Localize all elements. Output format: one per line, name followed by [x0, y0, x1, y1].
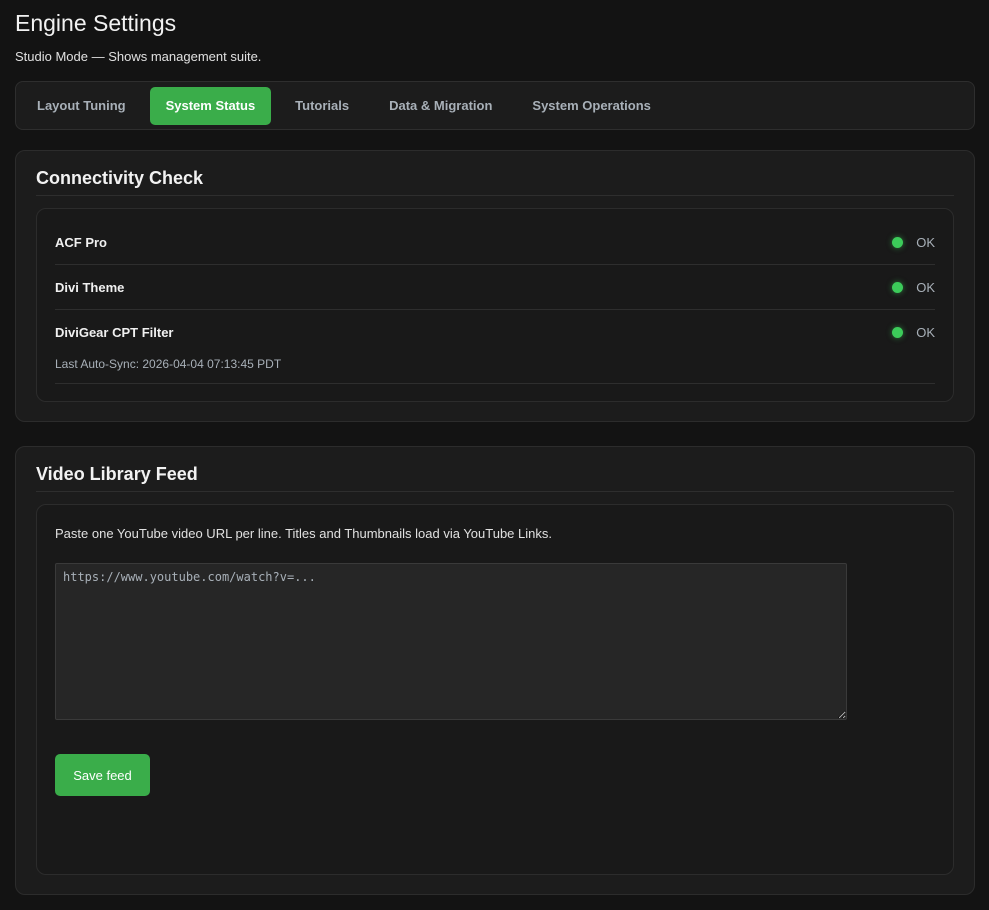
video-feed-card: Video Library Feed Paste one YouTube vid…: [15, 446, 975, 895]
status-name: DiviGear CPT Filter: [55, 325, 174, 340]
status-row-divi-theme: Divi Theme OK: [55, 266, 935, 310]
page-title: Engine Settings: [15, 10, 177, 36]
status-text: OK: [916, 325, 935, 340]
connectivity-list: ACF Pro OK Divi Theme OK DiviGear CPT Fi…: [36, 208, 954, 402]
last-sync-text: Last Auto-Sync: 2026-04-04 07:13:45 PDT: [55, 357, 282, 371]
connectivity-card: Connectivity Check ACF Pro OK Divi Theme…: [15, 150, 975, 422]
status-indicator: OK: [892, 280, 935, 295]
status-ok-dot-icon: [892, 237, 904, 248]
video-feed-panel: Paste one YouTube video URL per line. Ti…: [36, 504, 954, 875]
feed-help-text: Paste one YouTube video URL per line. Ti…: [55, 526, 552, 541]
status-name: ACF Pro: [55, 235, 107, 250]
connectivity-title: Connectivity Check: [36, 168, 204, 188]
engine-settings-page: Engine Settings Studio Mode — Shows mana…: [0, 0, 989, 910]
tab-tutorials[interactable]: Tutorials: [279, 87, 365, 125]
status-name: Divi Theme: [55, 280, 125, 295]
tab-data-migration[interactable]: Data & Migration: [373, 87, 508, 125]
tab-system-status[interactable]: System Status: [149, 86, 272, 125]
status-indicator: OK: [892, 325, 935, 340]
status-text: OK: [916, 235, 935, 250]
status-indicator: OK: [892, 235, 935, 250]
status-ok-dot-icon: [892, 282, 904, 293]
divider: [36, 195, 954, 196]
tab-system-operations[interactable]: System Operations: [516, 87, 667, 125]
status-row-divigear-cpt-filter: DiviGear CPT Filter OK Last Auto-Sync: 2…: [55, 311, 935, 384]
save-feed-button[interactable]: Save feed: [55, 754, 150, 796]
video-feed-title: Video Library Feed: [36, 464, 198, 484]
status-ok-dot-icon: [892, 327, 904, 338]
video-urls-textarea[interactable]: [55, 563, 847, 720]
settings-tabs: Layout Tuning System Status Tutorials Da…: [15, 81, 975, 130]
status-row-acf-pro: ACF Pro OK: [55, 221, 935, 265]
tab-layout-tuning[interactable]: Layout Tuning: [21, 87, 142, 125]
page-subtitle: Studio Mode — Shows management suite.: [15, 49, 262, 64]
divider: [36, 491, 954, 492]
status-text: OK: [916, 280, 935, 295]
